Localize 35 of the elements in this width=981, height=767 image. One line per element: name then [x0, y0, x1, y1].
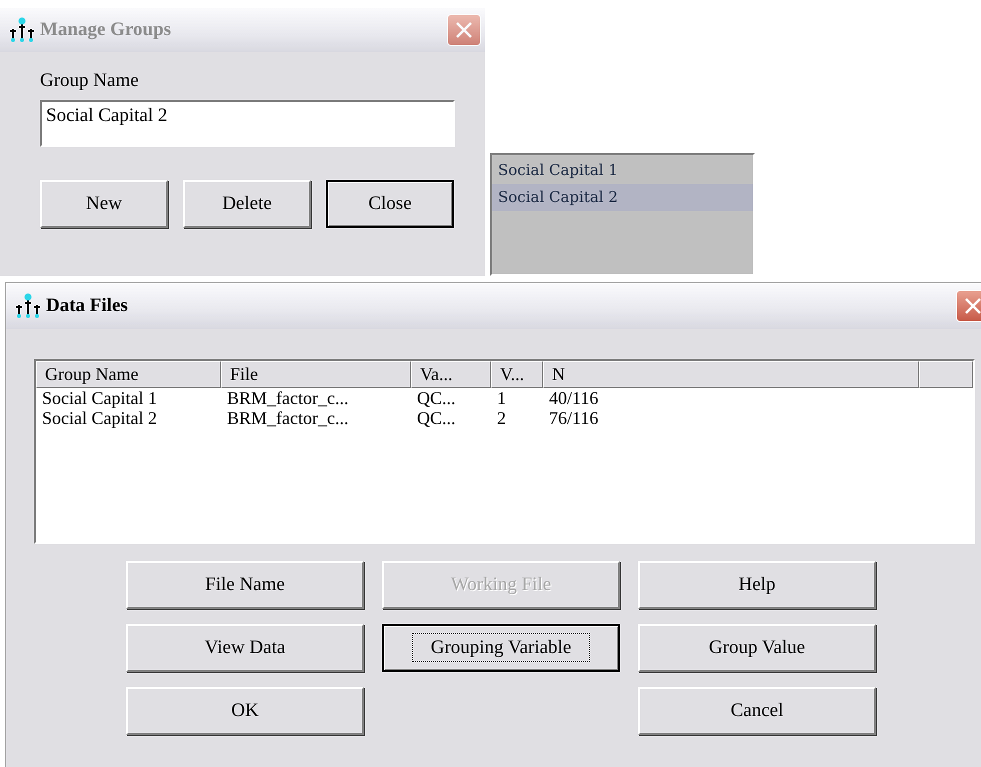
table-cell-text: 40/116 — [548, 388, 600, 408]
column-header[interactable]: File — [221, 361, 411, 388]
table-cell-text: 2 — [496, 408, 507, 428]
app-icon — [16, 293, 40, 319]
close-icon[interactable] — [956, 290, 981, 322]
group-list-item[interactable]: Social Capital 1 — [492, 157, 753, 184]
dialog-button[interactable]: Delete — [183, 180, 311, 228]
table-cell-text: QC... — [416, 388, 457, 408]
column-header[interactable]: Group Name — [36, 361, 221, 388]
dialog-button[interactable]: Help — [638, 561, 876, 609]
window-title: Data Files — [46, 295, 129, 317]
dialog-button[interactable]: OK — [126, 687, 364, 735]
table-cell-text: 76/116 — [548, 408, 600, 428]
table-cell-text: Social Capital 1 — [41, 388, 158, 408]
column-header[interactable]: Va... — [411, 361, 491, 388]
dialog-button[interactable]: View Data — [126, 624, 364, 672]
table-cell-text: QC... — [416, 408, 457, 428]
group-list-item[interactable]: Social Capital 2 — [492, 184, 753, 211]
table-cell-text: BRM_factor_c... — [226, 388, 350, 408]
close-icon[interactable] — [447, 14, 481, 46]
dialog-button[interactable]: New — [40, 180, 168, 228]
dialog-button[interactable]: Close — [326, 180, 454, 228]
dialog-button[interactable]: File Name — [126, 561, 364, 609]
column-header[interactable]: V... — [491, 361, 543, 388]
dialog-button[interactable]: Cancel — [638, 687, 876, 735]
table-cell-text: Social Capital 2 — [41, 408, 158, 428]
group-name-field[interactable]: Social Capital 2 — [40, 100, 455, 147]
dialog-button[interactable]: Group Value — [638, 624, 876, 672]
group-name-label: Group Name — [40, 70, 139, 92]
app-icon — [10, 17, 34, 43]
dialog-button[interactable]: Grouping Variable — [382, 624, 620, 672]
table-cell-text: BRM_factor_c... — [226, 408, 350, 428]
column-header[interactable]: N — [543, 361, 919, 388]
table-cell-text: 1 — [496, 388, 507, 408]
window-title: Manage Groups — [40, 19, 172, 41]
